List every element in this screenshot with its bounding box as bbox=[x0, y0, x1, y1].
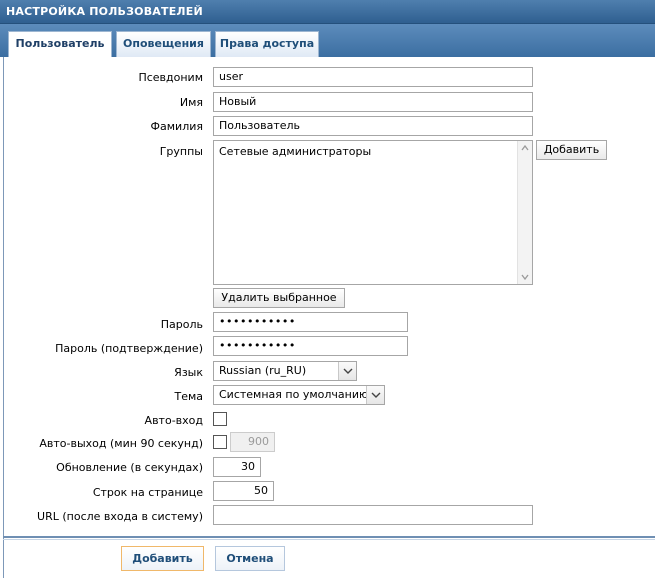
autologin-checkbox[interactable] bbox=[213, 412, 227, 426]
arrow-down-icon[interactable] bbox=[518, 270, 532, 284]
tab-bar: Пользователь Оповещения Права доступа bbox=[0, 24, 655, 57]
theme-select[interactable]: Системная по умолчанию bbox=[213, 385, 385, 405]
url-input[interactable] bbox=[213, 505, 533, 525]
language-label: Язык bbox=[174, 366, 203, 379]
name-label: Имя bbox=[179, 96, 203, 109]
add-group-button[interactable]: Добавить bbox=[536, 140, 607, 160]
groups-scrollbar[interactable] bbox=[517, 141, 532, 284]
url-label: URL (после входа в систему) bbox=[37, 510, 203, 523]
language-select[interactable]: Russian (ru_RU) bbox=[213, 361, 357, 381]
password-confirm-label: Пароль (подтверждение) bbox=[55, 342, 203, 355]
refresh-label: Обновление (в секундах) bbox=[56, 461, 203, 474]
autologout-label: Авто-выход (мин 90 секунд) bbox=[39, 437, 203, 450]
autologin-label: Авто-вход bbox=[144, 414, 203, 427]
tab-notifications[interactable]: Оповещения bbox=[116, 31, 211, 57]
autologout-input: 900 bbox=[230, 432, 275, 452]
chevron-down-icon[interactable] bbox=[338, 362, 356, 380]
cancel-button[interactable]: Отмена bbox=[215, 546, 285, 571]
alias-input[interactable]: user bbox=[213, 67, 533, 87]
surname-input[interactable]: Пользователь bbox=[213, 116, 533, 136]
theme-value: Системная по умолчанию bbox=[219, 388, 369, 401]
groups-listbox[interactable]: Сетевые администраторы bbox=[213, 140, 533, 285]
groups-label: Группы bbox=[159, 145, 203, 158]
add-button[interactable]: Добавить bbox=[121, 546, 204, 571]
theme-label: Тема bbox=[174, 390, 203, 403]
tab-user[interactable]: Пользователь bbox=[8, 31, 112, 57]
password-label: Пароль bbox=[160, 318, 203, 331]
arrow-up-icon[interactable] bbox=[518, 141, 532, 155]
footer-divider bbox=[3, 536, 655, 538]
remove-selected-button[interactable]: Удалить выбранное bbox=[213, 288, 345, 308]
rows-per-page-label: Строк на странице bbox=[92, 486, 203, 499]
alias-label: Псевдоним bbox=[138, 71, 203, 84]
page-title: НАСТРОЙКА ПОЛЬЗОВАТЕЛЕЙ bbox=[0, 0, 655, 24]
chevron-down-icon[interactable] bbox=[366, 386, 384, 404]
footer-divider-light bbox=[3, 539, 655, 540]
password-confirm-input[interactable]: ••••••••••• bbox=[213, 336, 408, 356]
language-value: Russian (ru_RU) bbox=[219, 364, 307, 377]
surname-label: Фамилия bbox=[150, 120, 203, 133]
tab-permissions[interactable]: Права доступа bbox=[215, 31, 319, 57]
password-input[interactable]: ••••••••••• bbox=[213, 312, 408, 332]
refresh-input[interactable]: 30 bbox=[213, 457, 261, 477]
autologout-checkbox[interactable] bbox=[213, 435, 227, 449]
group-item[interactable]: Сетевые администраторы bbox=[219, 145, 371, 158]
rows-per-page-input[interactable]: 50 bbox=[213, 481, 274, 501]
name-input[interactable]: Новый bbox=[213, 92, 533, 112]
